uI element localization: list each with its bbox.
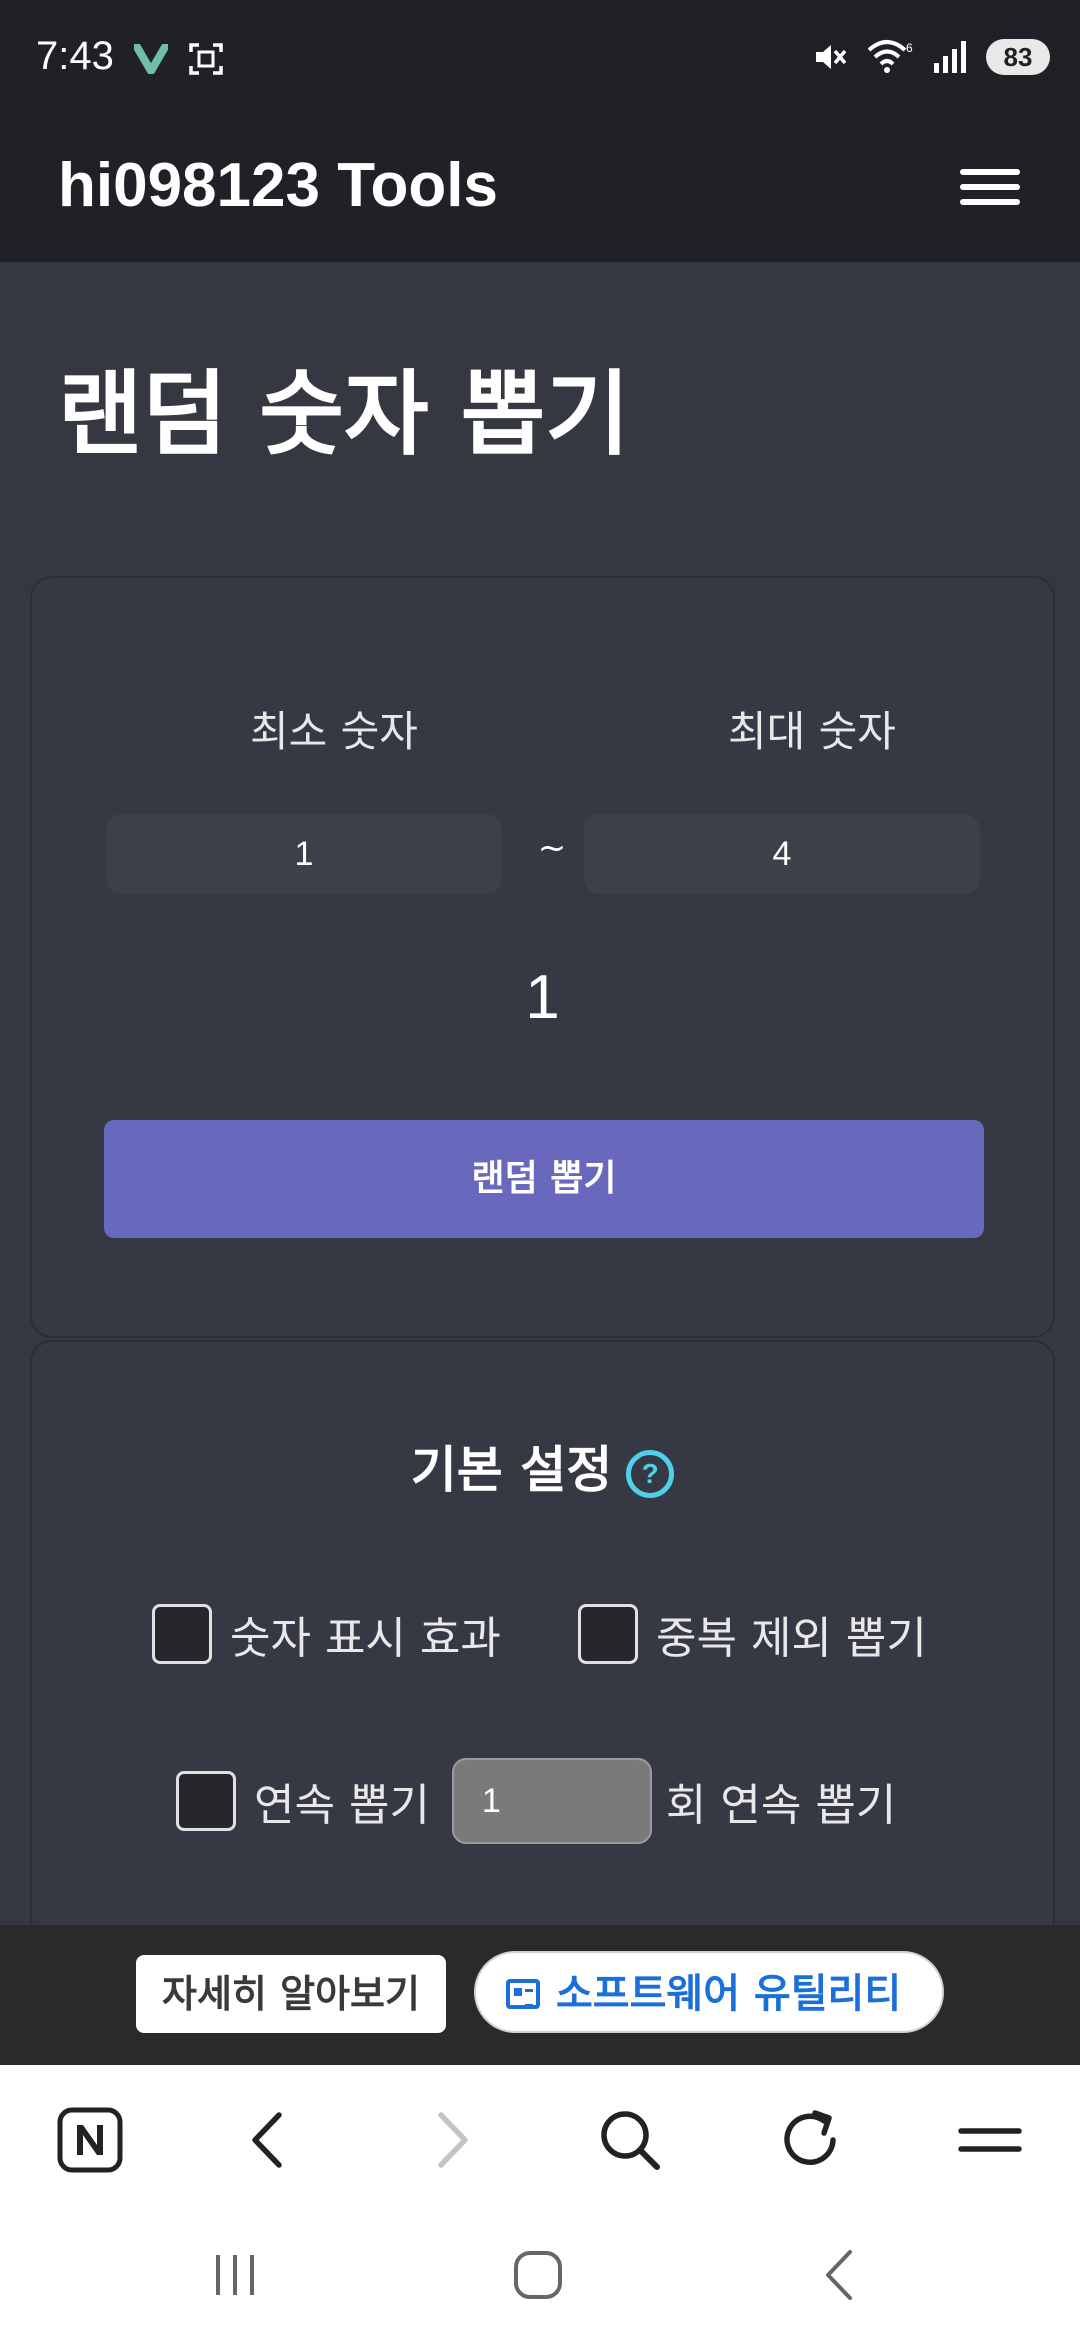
svg-text:6: 6 bbox=[906, 41, 913, 55]
back-arrow-icon[interactable] bbox=[235, 2105, 305, 2175]
status-right-icons: 6 83 bbox=[812, 38, 1050, 76]
back-icon[interactable] bbox=[806, 2240, 876, 2310]
number-effect-option[interactable]: 숫자 표시 효과 bbox=[152, 1602, 501, 1666]
reload-icon[interactable] bbox=[775, 2105, 845, 2175]
no-duplicates-checkbox[interactable] bbox=[578, 1604, 638, 1664]
brand-title[interactable]: hi098123 Tools bbox=[58, 150, 498, 221]
settings-heading: 기본 설정? bbox=[32, 1430, 1053, 1502]
page-title: 랜덤 숫자 뽑기 bbox=[58, 361, 630, 468]
category-label: 소프트웨어 유틸리티 bbox=[556, 1971, 902, 2017]
min-number-label: 최소 숫자 bbox=[250, 707, 418, 756]
screenshot-icon bbox=[189, 43, 223, 75]
learn-more-button[interactable]: 자세히 알아보기 bbox=[136, 1955, 446, 2033]
app-header: hi098123 Tools bbox=[0, 124, 1080, 262]
mute-icon bbox=[816, 45, 847, 69]
home-icon[interactable] bbox=[503, 2240, 573, 2310]
draw-card: 최소 숫자 최대 숫자 1 ~ 4 1 랜덤 뽑기 bbox=[30, 576, 1055, 1338]
help-icon[interactable]: ? bbox=[626, 1449, 675, 1498]
max-number-input[interactable]: 4 bbox=[584, 814, 980, 894]
random-draw-button[interactable]: 랜덤 뽑기 bbox=[104, 1120, 984, 1238]
status-left-icons bbox=[134, 42, 224, 76]
range-separator: ~ bbox=[537, 828, 567, 868]
consecutive-draw-label: 연속 뽑기 bbox=[254, 1780, 430, 1831]
search-icon[interactable] bbox=[595, 2105, 665, 2175]
article-icon bbox=[506, 1979, 540, 2009]
status-bar: 7:43 6 83 bbox=[0, 0, 1080, 124]
settings-title-text: 기본 설정 bbox=[410, 1441, 613, 1499]
menu-icon[interactable] bbox=[955, 2105, 1025, 2175]
v-app-icon bbox=[134, 44, 168, 74]
consecutive-draw-checkbox[interactable] bbox=[176, 1771, 236, 1831]
wifi-icon: 6 bbox=[867, 40, 913, 73]
browser-toolbar bbox=[0, 2065, 1080, 2210]
no-duplicates-label: 중복 제외 뽑기 bbox=[656, 1613, 927, 1664]
max-number-label: 최대 숫자 bbox=[728, 707, 896, 756]
settings-card: 기본 설정? 숫자 표시 효과 중복 제외 뽑기 연속 뽑기 1 회 연속 뽑기 bbox=[30, 1340, 1055, 1940]
consecutive-draw-option[interactable]: 연속 뽑기 1 회 연속 뽑기 bbox=[176, 1758, 896, 1844]
consecutive-count-input[interactable]: 1 bbox=[451, 1758, 652, 1844]
range-labels: 최소 숫자 최대 숫자 bbox=[32, 698, 1053, 758]
result-number: 1 bbox=[525, 963, 560, 1032]
battery-icon: 83 bbox=[986, 39, 1050, 75]
category-chip[interactable]: 소프트웨어 유틸리티 bbox=[474, 1951, 944, 2033]
recent-apps-icon[interactable] bbox=[200, 2240, 270, 2310]
forward-arrow-icon[interactable] bbox=[415, 2105, 485, 2175]
naver-n-icon[interactable] bbox=[55, 2105, 125, 2175]
status-time: 7:43 bbox=[36, 34, 114, 78]
hamburger-menu-icon[interactable] bbox=[960, 160, 1020, 220]
min-number-input[interactable]: 1 bbox=[106, 814, 502, 894]
system-nav-bar bbox=[0, 2210, 1080, 2340]
consecutive-suffix-label: 회 연속 뽑기 bbox=[665, 1780, 897, 1831]
signal-icon bbox=[934, 41, 966, 73]
number-effect-checkbox[interactable] bbox=[152, 1604, 212, 1664]
ad-banner: 자세히 알아보기 소프트웨어 유틸리티 bbox=[0, 1925, 1080, 2065]
number-effect-label: 숫자 표시 효과 bbox=[230, 1613, 501, 1664]
no-duplicates-option[interactable]: 중복 제외 뽑기 bbox=[578, 1602, 927, 1666]
